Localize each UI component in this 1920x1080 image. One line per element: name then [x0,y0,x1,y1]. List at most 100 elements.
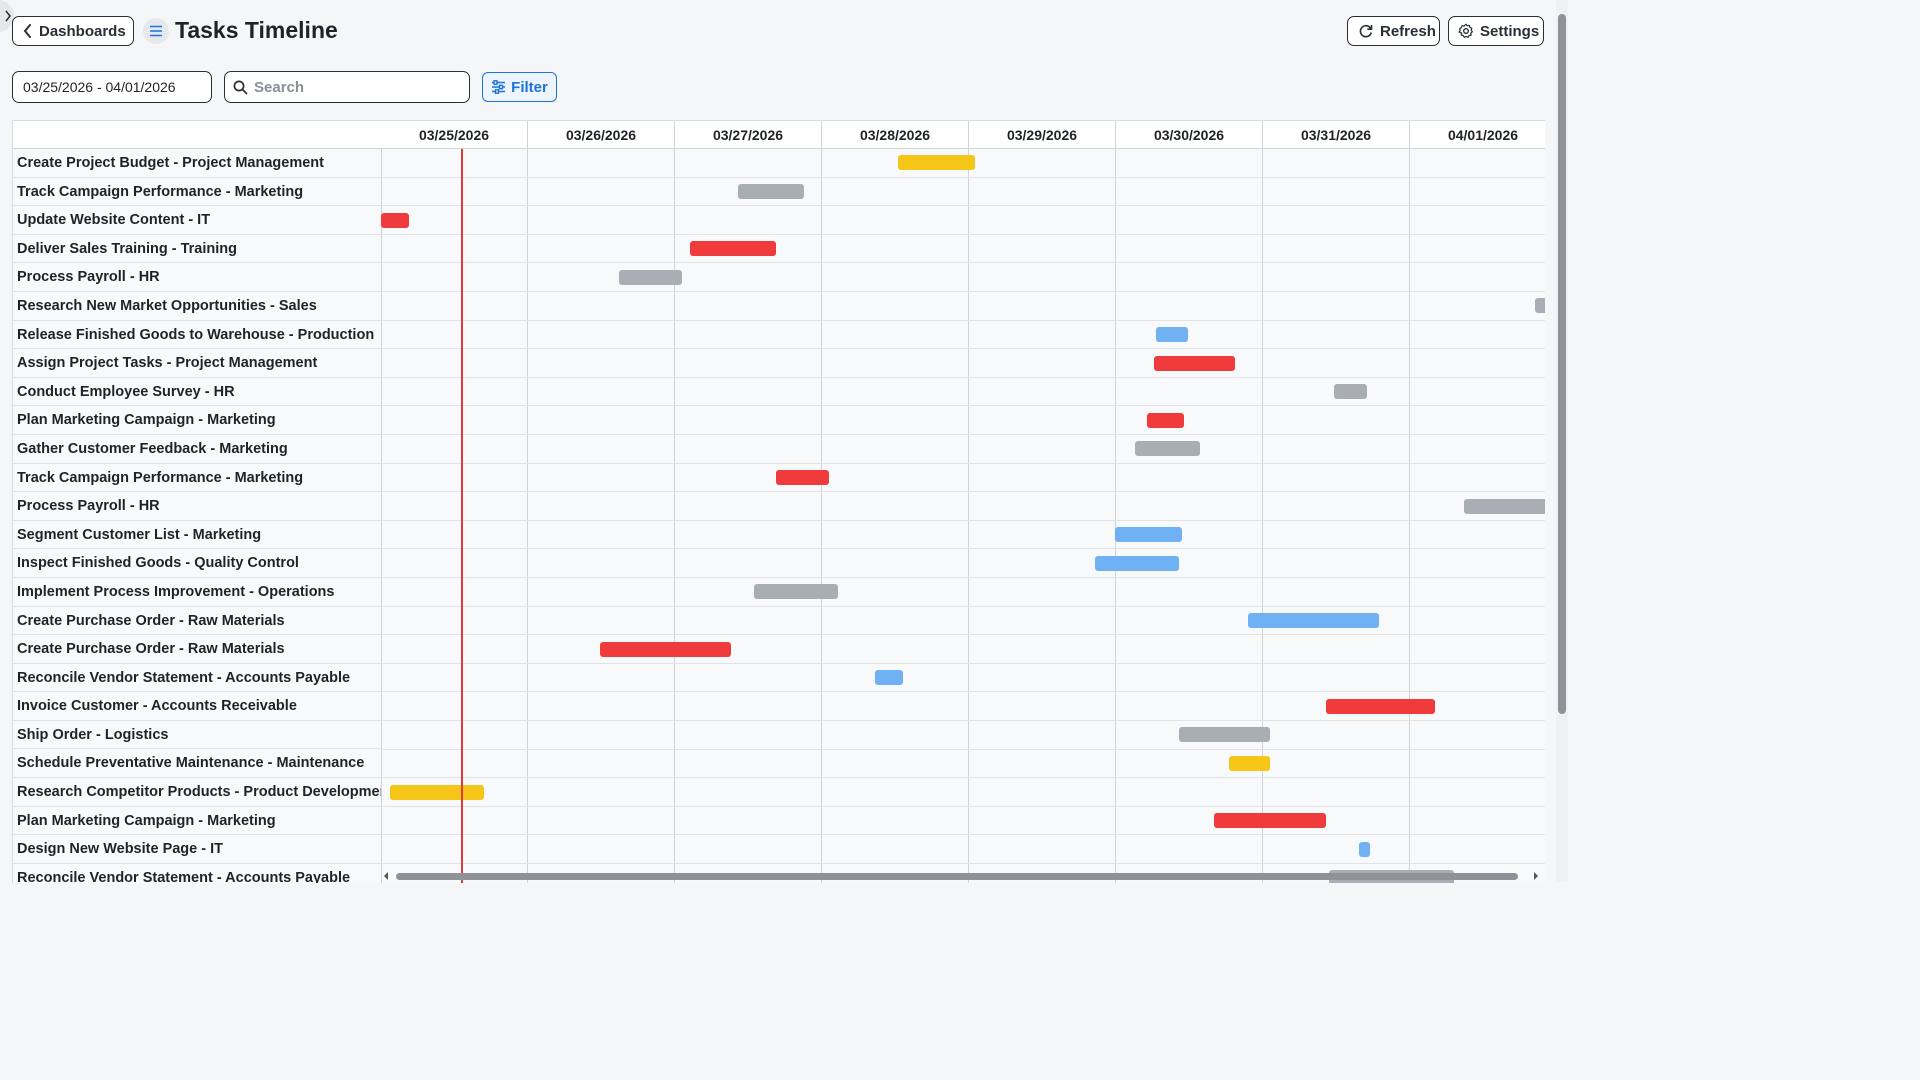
hamburger-icon [150,25,162,37]
task-label[interactable]: Conduct Employee Survey - HR [13,378,381,407]
task-bar[interactable] [1135,441,1200,457]
task-label[interactable]: Create Purchase Order - Raw Materials [13,635,381,664]
task-bar[interactable] [1214,813,1327,829]
row-divider [381,548,1545,550]
task-bar[interactable] [754,584,839,600]
row-divider [381,262,1545,264]
day-header: 03/31/2026 [1263,121,1409,149]
page-title: Tasks Timeline [175,17,338,43]
task-bar[interactable] [381,212,409,228]
task-bar[interactable] [1114,527,1183,543]
task-bar[interactable] [619,269,683,285]
gantt-chart: Create Project Budget - Project Manageme… [12,120,1545,883]
task-label[interactable]: Deliver Sales Training - Training [13,235,381,264]
task-bar[interactable] [898,155,975,171]
row-divider [381,805,1545,807]
task-bar[interactable] [874,670,903,686]
day-header: 03/27/2026 [675,121,821,149]
row-divider [381,348,1545,350]
row-divider [381,233,1545,235]
task-label[interactable]: Create Project Budget - Project Manageme… [13,149,381,178]
row-divider [381,777,1545,779]
task-bar[interactable] [738,183,805,199]
vertical-scrollbar[interactable] [1556,0,1568,882]
refresh-button[interactable]: Refresh [1347,16,1440,46]
task-bar[interactable] [1248,612,1380,628]
task-label[interactable]: Reconcile Vendor Statement - Accounts Pa… [13,864,381,883]
task-label[interactable]: Invoice Customer - Accounts Receivable [13,692,381,721]
date-range-input[interactable] [12,71,212,103]
task-label[interactable]: Assign Project Tasks - Project Managemen… [13,349,381,378]
task-bar[interactable] [689,241,777,257]
row-divider [381,577,1545,578]
task-label[interactable]: Plan Marketing Campaign - Marketing [13,807,381,836]
scroll-right-icon [1534,872,1538,880]
task-label[interactable]: Track Campaign Performance - Marketing [13,464,381,493]
task-label[interactable]: Design New Website Page - IT [13,835,381,864]
day-column: 03/28/2026 [822,121,969,883]
refresh-icon [1359,24,1373,38]
task-label[interactable]: Research New Market Opportunities - Sale… [13,292,381,321]
task-bar[interactable] [1095,555,1180,571]
row-divider [381,662,1545,664]
day-header: 03/25/2026 [381,121,527,149]
vertical-scroll-thumb[interactable] [1558,14,1566,714]
chevron-right-icon [5,10,12,22]
row-divider [381,748,1545,750]
search-box[interactable] [224,71,470,103]
task-label-column: Create Project Budget - Project Manageme… [13,121,382,883]
task-label[interactable]: Plan Marketing Campaign - Marketing [13,406,381,435]
menu-button[interactable] [143,18,169,44]
timeline-area: 03/25/2026 03/26/2026 03/27/2026 03/28/2026… [381,121,1545,883]
task-bar[interactable] [1333,384,1368,400]
settings-button[interactable]: Settings [1448,16,1544,46]
task-column-header [13,121,381,149]
task-bar[interactable] [776,469,830,485]
refresh-button-label: Refresh [1380,22,1436,40]
row-divider [381,834,1545,836]
back-to-dashboards-button[interactable]: Dashboards [12,16,134,46]
task-label[interactable]: Inspect Finished Goods - Quality Control [13,549,381,578]
task-label[interactable]: Ship Order - Logistics [13,721,381,750]
task-label[interactable]: Schedule Preventative Maintenance - Main… [13,749,381,779]
settings-button-label: Settings [1480,22,1540,40]
day-header: 03/29/2026 [969,121,1115,149]
search-input[interactable] [252,77,456,97]
filter-button[interactable]: Filter [482,72,557,102]
sliders-icon [492,80,506,94]
task-bar[interactable] [389,784,484,800]
task-bar[interactable] [1155,326,1189,342]
task-label[interactable]: Release Finished Goods to Warehouse - Pr… [13,321,381,350]
horizontal-scroll-thumb[interactable] [396,873,1518,880]
task-bar[interactable] [1146,412,1184,428]
row-divider [381,720,1545,721]
task-bar[interactable] [600,641,731,657]
filter-button-label: Filter [511,78,548,96]
task-bar[interactable] [1464,498,1545,514]
search-icon [233,80,248,95]
task-label[interactable]: Process Payroll - HR [13,263,381,292]
task-label[interactable]: Track Campaign Performance - Marketing [13,178,381,207]
task-label[interactable]: Segment Customer List - Marketing [13,521,381,550]
day-column: 03/31/2026 [1263,121,1410,883]
horizontal-scrollbar[interactable] [380,870,1544,882]
task-label[interactable]: Implement Process Improvement - Operatio… [13,578,381,607]
task-label[interactable]: Gather Customer Feedback - Marketing [13,435,381,464]
task-label[interactable]: Update Website Content - IT [13,206,381,235]
row-divider [381,434,1545,435]
scroll-left-icon [384,872,388,880]
task-bar[interactable] [1326,698,1435,714]
task-label[interactable]: Research Competitor Products - Product D… [13,778,381,807]
task-bar[interactable] [1154,355,1236,371]
task-label[interactable]: Reconcile Vendor Statement - Accounts Pa… [13,664,381,693]
task-bar[interactable] [1229,755,1271,771]
row-divider [381,176,1545,178]
task-bar[interactable] [1179,727,1271,743]
row-divider [381,291,1545,292]
today-marker-line [460,149,463,883]
task-label[interactable]: Process Payroll - HR [13,492,381,521]
gear-icon [1458,23,1473,38]
task-label[interactable]: Create Purchase Order - Raw Materials [13,607,381,636]
task-bar[interactable] [1358,841,1371,857]
task-bar[interactable] [1534,298,1545,314]
